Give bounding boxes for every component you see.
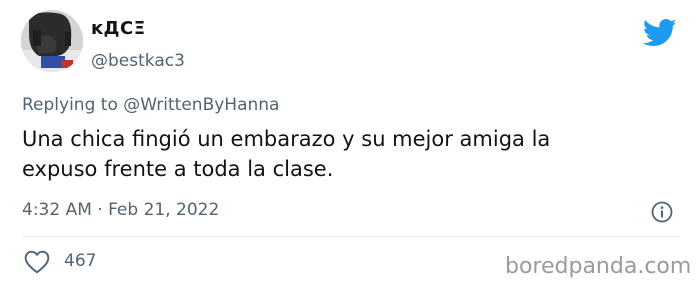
tweet-text-line: Una chica fingió un embarazo y su mejor … <box>22 127 551 151</box>
tweet-timestamp[interactable]: 4:32 AM · Feb 21, 2022 <box>22 200 219 220</box>
info-icon[interactable] <box>650 200 674 224</box>
replying-to-prefix: Replying to <box>22 95 118 115</box>
user-handle[interactable]: @bestkac3 <box>91 51 185 71</box>
avatar-photo <box>21 10 83 72</box>
display-name[interactable]: ĸДСΞ <box>91 18 146 39</box>
tweet-card: ĸДСΞ @bestkac3 Replying to @WrittenByHan… <box>0 0 700 288</box>
divider <box>22 236 678 237</box>
tweet-text: Una chica fingió un embarazo y su mejor … <box>22 124 662 184</box>
twitter-bird-icon[interactable] <box>643 18 677 48</box>
replying-to: Replying to @WrittenByHanna <box>22 95 279 115</box>
like-count: 467 <box>64 251 97 271</box>
tweet-text-line: expuso frente a toda la clase. <box>22 157 334 181</box>
reply-mention-link[interactable]: @WrittenByHanna <box>123 95 279 115</box>
avatar[interactable] <box>21 10 83 72</box>
heart-icon[interactable] <box>24 250 50 274</box>
boredpanda-watermark: boredpanda.com <box>505 254 692 279</box>
